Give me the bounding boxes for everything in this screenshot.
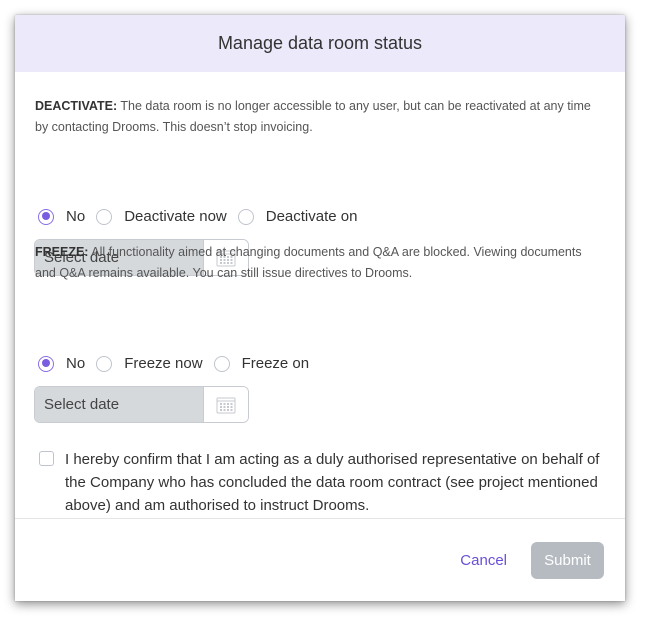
deactivate-on-label: Deactivate on (265, 208, 358, 225)
deactivate-option-on[interactable]: Deactivate on (237, 208, 358, 225)
freeze-no-radio[interactable] (38, 355, 54, 372)
freeze-description: FREEZE: All functionality aimed at chang… (35, 242, 601, 284)
submit-button[interactable]: Submit (531, 542, 604, 579)
freeze-date-picker (34, 386, 249, 423)
freeze-option-now[interactable]: Freeze now (96, 355, 203, 372)
deactivate-options: No Deactivate now Deactivate on (38, 208, 368, 225)
deactivate-heading: DEACTIVATE: (35, 99, 118, 113)
freeze-option-on[interactable]: Freeze on (213, 355, 310, 372)
deactivate-on-radio[interactable] (237, 208, 254, 225)
freeze-on-radio[interactable] (213, 355, 230, 372)
freeze-no-label: No (66, 355, 86, 372)
deactivate-text: The data room is no longer accessible to… (35, 99, 591, 134)
manage-status-dialog: Manage data room status DEACTIVATE: The … (15, 15, 625, 601)
deactivate-now-label: Deactivate now (124, 208, 227, 225)
calendar-icon[interactable] (203, 387, 248, 422)
cancel-button[interactable]: Cancel (460, 552, 507, 569)
confirmation-checkbox[interactable] (39, 451, 54, 466)
freeze-date-input[interactable] (35, 387, 203, 422)
freeze-option-no[interactable]: No (38, 355, 85, 372)
freeze-text: All functionality aimed at changing docu… (35, 245, 582, 280)
freeze-now-radio[interactable] (96, 355, 113, 372)
deactivate-option-now[interactable]: Deactivate now (96, 208, 227, 225)
dialog-title: Manage data room status (217, 33, 423, 53)
dialog-footer: Cancel Submit (15, 518, 625, 601)
freeze-now-label: Freeze now (124, 355, 203, 372)
freeze-on-label: Freeze on (241, 355, 310, 372)
confirmation-row: I hereby confirm that I am acting as a d… (39, 448, 603, 517)
deactivate-now-radio[interactable] (96, 208, 113, 225)
deactivate-option-no[interactable]: No (38, 208, 85, 225)
dialog-header: Manage data room status (15, 15, 625, 72)
deactivate-no-radio[interactable] (38, 208, 54, 225)
freeze-heading: FREEZE: (35, 245, 89, 259)
deactivate-no-label: No (66, 208, 86, 225)
confirmation-text: I hereby confirm that I am acting as a d… (65, 451, 600, 514)
deactivate-description: DEACTIVATE: The data room is no longer a… (35, 96, 601, 138)
freeze-options: No Freeze now Freeze on (38, 355, 320, 372)
